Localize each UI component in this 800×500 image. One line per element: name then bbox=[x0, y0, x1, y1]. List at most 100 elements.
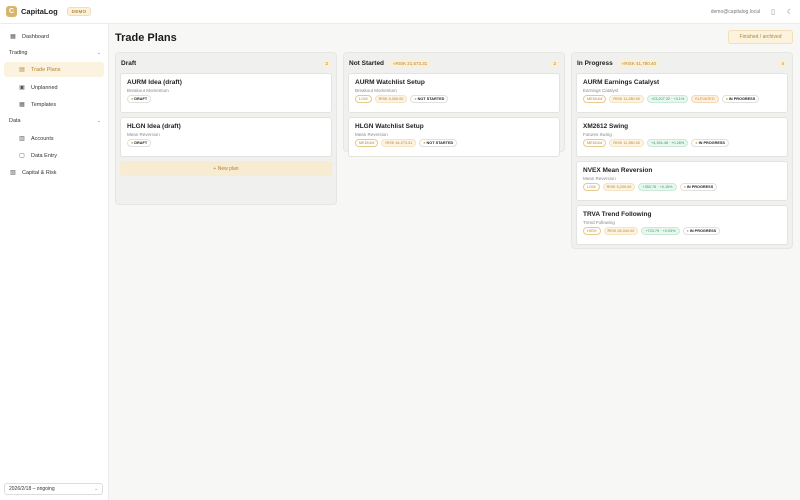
pnl-badge: +723.79 · +0.03% bbox=[641, 227, 680, 235]
plan-card-title: TRVA Trend Following bbox=[583, 211, 652, 218]
plan-card[interactable]: AURM Watchlist Setup Breakout Momentum L… bbox=[348, 73, 560, 113]
status-badge: ●IN PROGRESS bbox=[721, 95, 760, 103]
accounts-icon: ▥ bbox=[19, 136, 25, 142]
status-badge: ●IN PROGRESS bbox=[682, 227, 721, 235]
templates-icon: ▦ bbox=[19, 102, 25, 108]
column-in-progress: In Progress ≈RISK 41,780.40 4 AURM Earni… bbox=[571, 52, 793, 249]
plan-card-strategy: Mean Reversion bbox=[583, 176, 616, 181]
chevron-down-icon: ⌄ bbox=[94, 486, 98, 491]
capital-risk-icon: ▧ bbox=[10, 170, 16, 176]
sidebar-item-label: Templates bbox=[31, 101, 57, 108]
column-title: Draft bbox=[121, 59, 137, 67]
plan-card-strategy: Mean Reversion bbox=[355, 132, 388, 137]
dashboard-icon: ▦ bbox=[10, 34, 16, 40]
column-title: In Progress bbox=[577, 59, 613, 67]
sidebar-item-label: Data Entry bbox=[31, 152, 57, 159]
new-plan-button[interactable]: + New plan bbox=[120, 161, 332, 176]
risk-amount-badge: RISK 16,273.31 bbox=[381, 139, 417, 147]
plan-card-title: XM2612 Swing bbox=[583, 123, 629, 130]
sidebar-item-unplanned[interactable]: ▣ Unplanned bbox=[4, 80, 104, 95]
page-title: Trade Plans bbox=[115, 32, 177, 44]
sidebar-section-label: Trading bbox=[9, 50, 28, 56]
status-badge: ●NOT STARTED bbox=[410, 95, 449, 103]
sidebar-item-label: Trade Plans bbox=[31, 66, 61, 73]
risk-level-badge: LOW bbox=[355, 95, 372, 103]
plan-card[interactable]: AURM Earnings Catalyst Earnings Catalyst… bbox=[576, 73, 788, 113]
pnl-badge: +23,207.22 · +3.1% bbox=[646, 95, 689, 103]
pnl-badge: +4,154.48 · +0.26% bbox=[646, 139, 689, 147]
plan-card-title: HLGN Watchlist Setup bbox=[355, 123, 424, 130]
plan-card[interactable]: NVEX Mean Reversion Mean Reversion LOW R… bbox=[576, 161, 788, 201]
risk-level-badge: MEDIUM bbox=[583, 95, 607, 103]
risk-level-badge: MEDIUM bbox=[355, 139, 379, 147]
plan-card-strategy: Breakout Momentum bbox=[127, 88, 169, 93]
plan-card[interactable]: TRVA Trend Following Trend Following HIG… bbox=[576, 205, 788, 245]
sidebar-item-templates[interactable]: ▦ Templates bbox=[4, 97, 104, 112]
column-count-badge: 4 bbox=[778, 59, 787, 67]
plan-card-title: AURM Earnings Catalyst bbox=[583, 79, 660, 86]
plan-card-title: AURM Idea (draft) bbox=[127, 79, 182, 86]
plan-card-title: NVEX Mean Reversion bbox=[583, 167, 653, 174]
risk-level-badge: LOW bbox=[583, 183, 600, 191]
plan-card-strategy: Breakout Momentum bbox=[355, 88, 397, 93]
data-entry-icon: ▢ bbox=[19, 153, 25, 159]
plan-card[interactable]: HLGN Watchlist Setup Mean Reversion MEDI… bbox=[348, 117, 560, 157]
column-total-badge: ≈RISK 21,573.31 bbox=[390, 59, 431, 67]
chevron-down-icon: ⌄ bbox=[96, 118, 101, 124]
plan-card-title: HLGN Idea (draft) bbox=[127, 123, 181, 130]
risk-amount-badge: RISK 5,300.00 bbox=[374, 95, 408, 103]
sidebar-section-data[interactable]: Data ⌄ bbox=[9, 115, 101, 127]
sidebar-item-dashboard[interactable]: ▦ Dashboard bbox=[4, 29, 104, 44]
plan-card-strategy: Futures Swing bbox=[583, 132, 612, 137]
sidebar-item-accounts[interactable]: ▥ Accounts bbox=[4, 131, 104, 146]
pnl-badge: +353.76 · +0.15% bbox=[638, 183, 677, 191]
plan-card[interactable]: AURM Idea (draft) Breakout Momentum ●DRA… bbox=[120, 73, 332, 113]
column-count-badge: 2 bbox=[322, 59, 331, 67]
plan-card-title: AURM Watchlist Setup bbox=[355, 79, 425, 86]
period-select[interactable]: 2026/2/18 – ongoing ⌄ bbox=[4, 483, 103, 495]
main-content: Trade Plans Finished / archived Draft 2 … bbox=[109, 24, 800, 500]
app-logo-icon: C bbox=[6, 6, 17, 17]
status-badge: ●DRAFT bbox=[127, 95, 152, 103]
sidebar-item-trade-plans[interactable]: ▤ Trade Plans bbox=[4, 62, 104, 77]
unplanned-icon: ▣ bbox=[19, 85, 25, 91]
column-count-badge: 2 bbox=[550, 59, 559, 67]
trade-plans-icon: ▤ bbox=[19, 67, 25, 73]
sidebar-toggle-icon[interactable]: ▯ bbox=[769, 8, 777, 16]
app-name: CapitaLog bbox=[21, 7, 58, 16]
plan-card-strategy: Mean Reversion bbox=[127, 132, 160, 137]
chevron-down-icon: ⌄ bbox=[96, 50, 101, 56]
risk-level-badge: HIGH bbox=[583, 227, 601, 235]
status-badge: ●NOT STARTED bbox=[419, 139, 458, 147]
sidebar-item-data-entry[interactable]: ▢ Data Entry bbox=[4, 148, 104, 163]
status-badge: ●DRAFT bbox=[127, 139, 152, 147]
sidebar-item-label: Capital & Risk bbox=[22, 169, 57, 176]
risk-amount-badge: RISK 11,280.00 bbox=[609, 139, 644, 147]
plan-card[interactable]: XM2612 Swing Futures Swing MEDIUM RISK 1… bbox=[576, 117, 788, 157]
top-bar: C CapitaLog DEMO demo@capitalog.local ▯ … bbox=[0, 0, 800, 24]
sidebar-item-capital-risk[interactable]: ▧ Capital & Risk bbox=[4, 165, 104, 180]
status-badge: ●IN PROGRESS bbox=[691, 139, 729, 147]
sidebar-item-label: Dashboard bbox=[22, 33, 49, 40]
plan-card-strategy: Trend Following bbox=[583, 220, 615, 225]
risk-flag-badge: ELEVATED bbox=[691, 95, 719, 103]
risk-amount-badge: RISK 26,040.00 bbox=[603, 227, 639, 235]
status-badge: ●IN PROGRESS bbox=[679, 183, 718, 191]
risk-level-badge: MEDIUM bbox=[583, 139, 607, 147]
sidebar-item-label: Accounts bbox=[31, 135, 54, 142]
column-title: Not Started bbox=[349, 59, 385, 67]
user-email: demo@capitalog.local bbox=[710, 8, 760, 15]
sidebar-section-label: Data bbox=[9, 118, 21, 124]
demo-badge: DEMO bbox=[66, 7, 92, 16]
sidebar-section-trading[interactable]: Trading ⌄ bbox=[9, 47, 101, 59]
plan-card[interactable]: HLGN Idea (draft) Mean Reversion ●DRAFT bbox=[120, 117, 332, 157]
column-total-badge: ≈RISK 41,780.40 bbox=[618, 59, 660, 67]
period-select-value: 2026/2/18 – ongoing bbox=[9, 486, 55, 492]
theme-toggle-icon[interactable]: ☾ bbox=[786, 8, 794, 16]
finished-archived-button[interactable]: Finished / archived bbox=[728, 30, 793, 44]
sidebar-item-label: Unplanned bbox=[31, 84, 58, 91]
column-not-started: Not Started ≈RISK 21,573.31 2 AURM Watch… bbox=[343, 52, 565, 157]
risk-amount-badge: RISK 11,280.00 bbox=[609, 95, 644, 103]
sidebar: ▦ Dashboard Trading ⌄ ▤ Trade Plans ▣ Un… bbox=[0, 24, 109, 500]
plan-card-strategy: Earnings Catalyst bbox=[583, 88, 619, 93]
